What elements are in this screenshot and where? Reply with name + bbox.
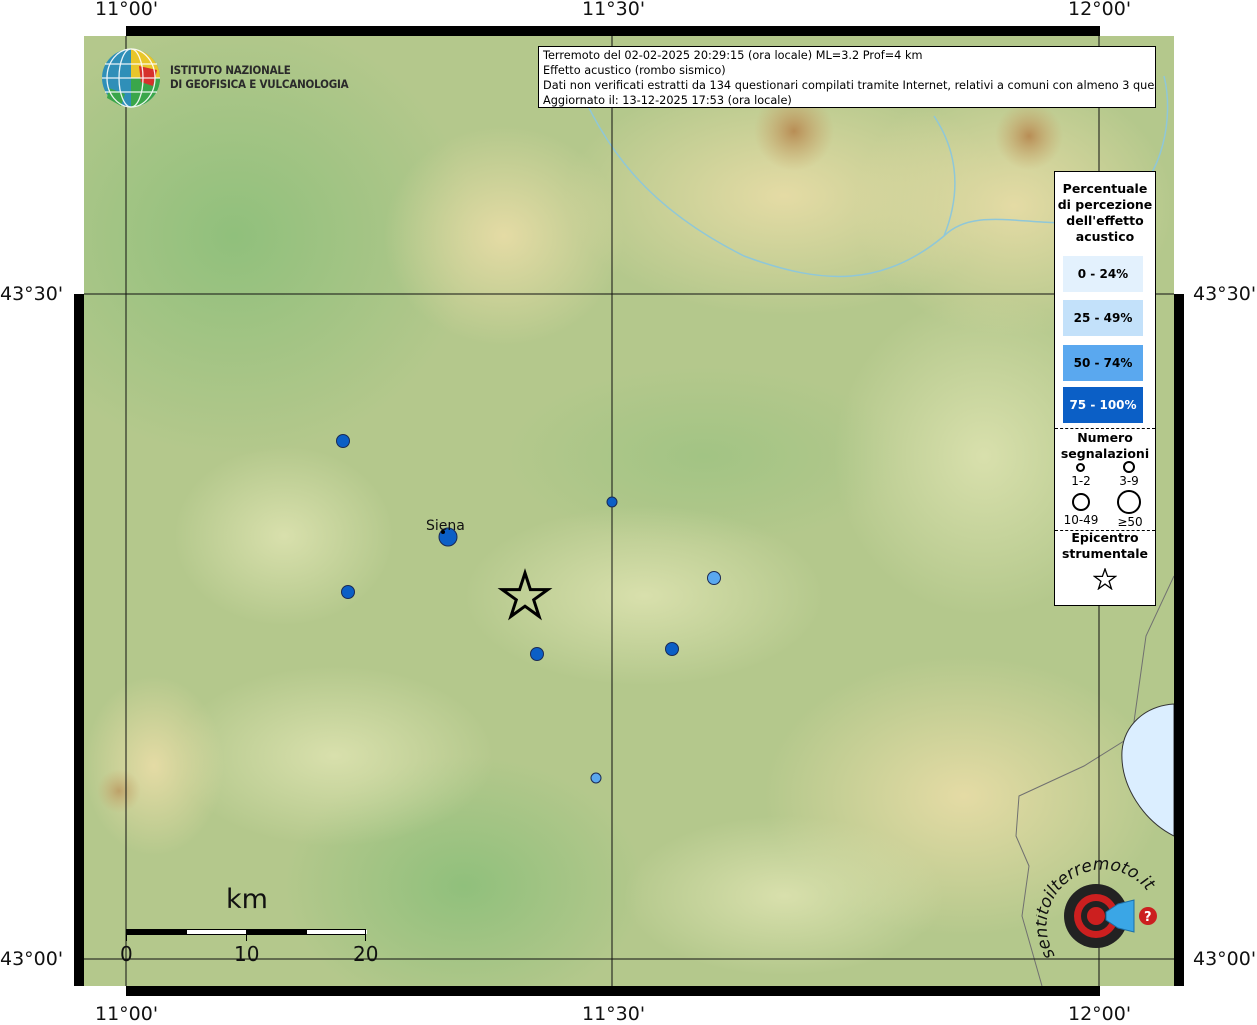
ingv-logo-text: ISTITUTO NAZIONALE DI GEOFISICA E VULCAN… (170, 63, 349, 91)
scale-unit: km (226, 884, 268, 915)
legend-separator (1055, 428, 1155, 429)
legend-class-1: 25 - 49% (1063, 300, 1143, 336)
lon-label-top: 11°00' (95, 0, 159, 20)
legend-title-line: acustico (1075, 229, 1135, 244)
size-label: 1-2 (1071, 474, 1091, 488)
legend-class-2: 50 - 74% (1063, 345, 1143, 381)
ingv-logo-line1: ISTITUTO NAZIONALE (170, 63, 291, 77)
lat-label-right: 43°00' (1193, 948, 1257, 970)
legend-title-line: Percentuale (1062, 181, 1148, 196)
observation-marker[interactable] (590, 772, 602, 784)
lat-label-left: 43°30' (0, 283, 64, 305)
legend-star-icon (1093, 568, 1117, 590)
size-circle-xlarge (1117, 490, 1141, 514)
frame-tick (1100, 26, 1184, 36)
frame-tick (74, 26, 84, 294)
event-info-box: Terremoto del 02-02-2025 20:29:15 (ora l… (538, 46, 1156, 108)
scale-tick (246, 929, 247, 941)
event-info-line: Dati non verificati estratti da 134 ques… (543, 79, 1156, 92)
scale-tick (365, 929, 366, 941)
legend-class-0: 0 - 24% (1063, 256, 1143, 292)
lat-label-right: 43°30' (1193, 283, 1257, 305)
frame-tick (74, 986, 126, 996)
observations-layer (336, 434, 721, 784)
legend: Percentuale di percezione dell'effetto a… (1054, 171, 1156, 606)
scale-label-0: 0 (120, 942, 133, 966)
observation-marker[interactable] (530, 647, 544, 661)
epicenter-star-icon[interactable] (497, 568, 553, 621)
observation-marker[interactable] (665, 642, 679, 656)
observation-marker[interactable] (336, 434, 350, 448)
legend-epicenter-title: strumentale (1061, 546, 1149, 561)
size-circle-medium (1123, 461, 1135, 473)
event-info-line: Aggiornato il: 13-12-2025 17:53 (ora loc… (543, 94, 792, 107)
lon-label-top: 11°30' (582, 0, 646, 20)
lon-label-bottom: 11°00' (95, 1003, 159, 1025)
lon-label-bottom: 11°30' (582, 1003, 646, 1025)
size-circle-small (1076, 463, 1085, 472)
scale-label-20: 20 (353, 942, 379, 966)
size-label: ≥50 (1117, 515, 1143, 529)
legend-count-title: Numero (1077, 430, 1133, 445)
lon-label-bottom: 12°00' (1068, 1003, 1132, 1025)
legend-title-line: di percezione (1057, 197, 1153, 212)
event-info-line: Terremoto del 02-02-2025 20:29:15 (ora l… (543, 49, 923, 62)
observation-marker[interactable] (707, 571, 721, 585)
size-label: 3-9 (1119, 474, 1139, 488)
place-label-siena: Siena (426, 518, 465, 534)
size-circle-large (1072, 493, 1090, 511)
scale-bar-segment (187, 930, 247, 934)
legend-epicenter-title: Epicentro (1071, 530, 1139, 545)
ingv-logo-line2: DI GEOFISICA E VULCANOLOGIA (170, 77, 349, 91)
frame-tick (1100, 986, 1184, 996)
lat-label-left: 43°00' (0, 948, 64, 970)
size-label: 10-49 (1063, 513, 1099, 527)
event-info-line: Effetto acustico (rombo sismico) (543, 64, 726, 77)
scale-bar-segment (307, 930, 367, 934)
scale-label-10: 10 (234, 942, 260, 966)
frame-tick (1174, 26, 1184, 294)
scale-tick (126, 929, 127, 941)
legend-count-title: segnalazioni (1060, 446, 1150, 461)
observation-marker[interactable] (606, 496, 618, 508)
map-area[interactable]: Siena km 0 10 20 (84, 36, 1174, 986)
legend-title-line: dell'effetto (1066, 213, 1144, 228)
legend-class-3: 75 - 100% (1063, 387, 1143, 423)
observation-marker[interactable] (341, 585, 355, 599)
lon-label-top: 12°00' (1068, 0, 1132, 20)
ingv-globe-icon (101, 48, 161, 108)
svg-text:?: ? (1144, 910, 1152, 925)
haisentito-logo-icon: sentitoilterremoto.it ? (1031, 852, 1164, 980)
